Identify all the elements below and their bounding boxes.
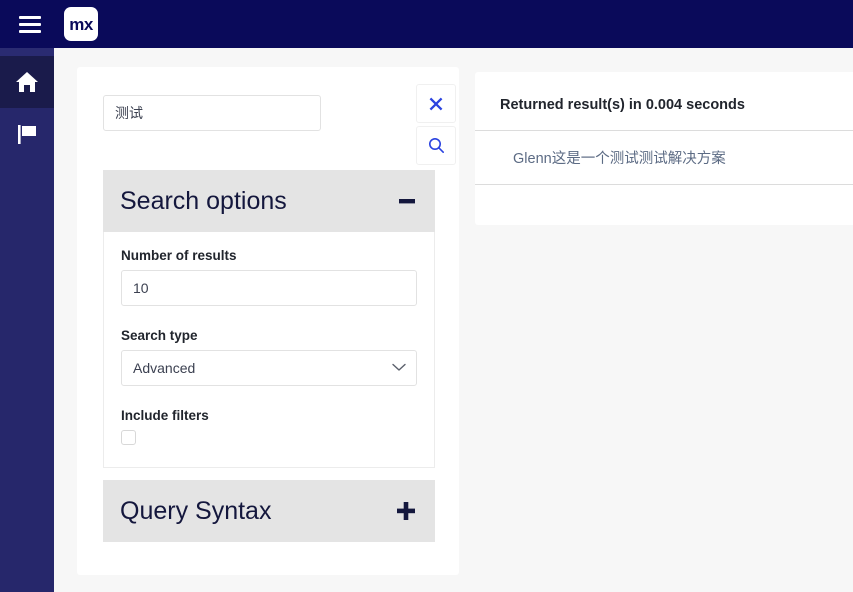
number-of-results-label: Number of results	[121, 248, 237, 263]
logo-text: mx	[69, 14, 93, 34]
include-filters-checkbox[interactable]	[121, 430, 136, 445]
sidebar-item-home[interactable]	[0, 56, 54, 108]
include-filters-label: Include filters	[121, 408, 209, 423]
left-sidebar	[0, 48, 54, 592]
top-header-bar: mx	[0, 0, 853, 48]
search-type-label: Search type	[121, 328, 198, 343]
results-panel-card: Returned result(s) in 0.004 seconds Glen…	[475, 72, 853, 225]
plus-icon[interactable]	[394, 499, 418, 523]
results-list: Glenn这是一个测试测试解决方案	[475, 130, 853, 185]
mendix-logo[interactable]: mx	[64, 7, 98, 41]
search-options-panel: Search options Number of results Search …	[103, 170, 435, 468]
number-of-results-input[interactable]	[121, 270, 417, 306]
results-summary-text: Returned result(s) in 0.004 seconds	[500, 97, 745, 113]
search-options-header[interactable]: Search options	[103, 170, 435, 232]
hamburger-line	[19, 15, 41, 19]
clear-search-button[interactable]	[416, 84, 456, 123]
search-options-title: Search options	[120, 186, 287, 215]
search-action-buttons	[416, 84, 456, 168]
query-syntax-title: Query Syntax	[120, 496, 272, 525]
search-type-value: Advanced	[133, 360, 196, 376]
hamburger-line	[19, 29, 41, 33]
query-syntax-header[interactable]: Query Syntax	[103, 480, 435, 542]
search-bar-row	[103, 95, 433, 131]
sidebar-top-strip	[0, 48, 54, 56]
main-content: Search options Number of results Search …	[54, 48, 853, 592]
search-input[interactable]	[103, 95, 321, 131]
search-options-body: Number of results Search type Advanced	[103, 232, 435, 468]
sidebar-item-flag[interactable]	[0, 108, 54, 160]
minus-icon[interactable]	[396, 190, 418, 212]
close-icon	[428, 96, 444, 112]
search-type-select[interactable]: Advanced	[121, 350, 417, 386]
submit-search-button[interactable]	[416, 126, 456, 165]
app-root: mx 测试 Search options Number of results 1…	[0, 0, 853, 592]
home-icon	[14, 70, 40, 94]
hamburger-line	[19, 22, 41, 26]
search-icon	[428, 137, 445, 154]
result-link[interactable]: Glenn这是一个测试测试解决方案	[513, 151, 726, 167]
query-syntax-panel: Query Syntax	[103, 480, 435, 542]
list-item[interactable]: Glenn这是一个测试测试解决方案	[475, 131, 853, 185]
search-type-select-wrapper: Advanced	[121, 350, 417, 386]
search-panel-card: Search options Number of results Search …	[77, 67, 459, 575]
hamburger-menu-icon[interactable]	[6, 0, 54, 48]
flag-icon	[14, 122, 40, 146]
